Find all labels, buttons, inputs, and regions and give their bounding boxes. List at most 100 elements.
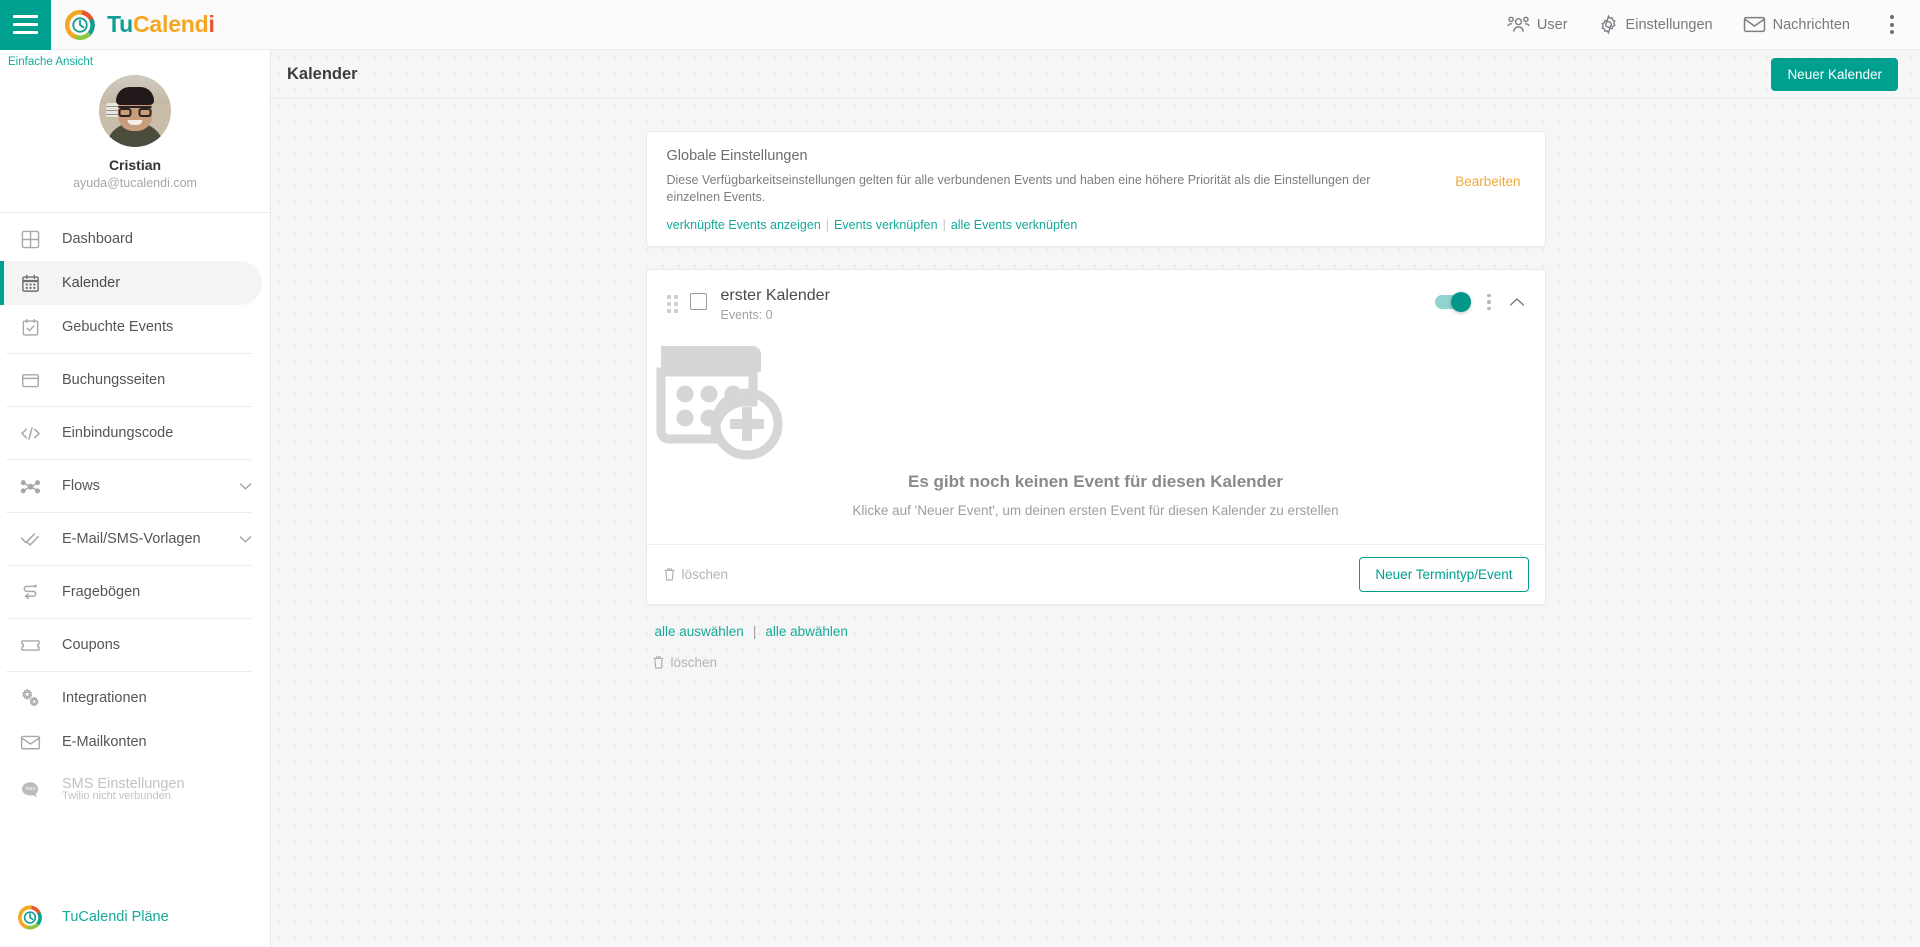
tucalendi-logo-icon xyxy=(18,905,42,930)
tucalendi-logo-icon xyxy=(65,9,95,40)
empty-state-title: Es gibt noch keinen Event für diesen Kal… xyxy=(907,471,1284,491)
link-link-events[interactable]: Events verknüpfen xyxy=(834,218,938,232)
sidebar-item-e-mailkonten-label: E-Mailkonten xyxy=(62,734,147,750)
booking-page-icon xyxy=(18,371,42,390)
page-title: Kalender xyxy=(287,64,358,83)
sidebar-item-integrationen[interactable]: Integrationen xyxy=(0,676,270,720)
topbar-item-user-label: User xyxy=(1536,16,1568,33)
main-content: Kalender Neuer Kalender Globale Einstell… xyxy=(271,50,1920,947)
global-settings-edit-link[interactable]: Bearbeiten xyxy=(1455,174,1520,189)
kebab-dot xyxy=(1890,30,1894,34)
link-show-linked-events[interactable]: verknüpfte Events anzeigen xyxy=(667,218,821,232)
trash-icon xyxy=(663,567,676,582)
sidebar-divider xyxy=(6,459,252,460)
simple-view-link[interactable]: Einfache Ansicht xyxy=(0,50,270,68)
sidebar-item-buchungsseiten-label: Buchungsseiten xyxy=(62,372,166,388)
kebab-dot xyxy=(1890,22,1894,27)
global-settings-title: Globale Einstellungen xyxy=(666,148,808,164)
sidebar-item-sms-einstellungen[interactable]: SMS SMS Einstellungen Twilio nicht verbu… xyxy=(0,764,270,814)
chevron-down-icon[interactable] xyxy=(239,535,252,544)
users-icon xyxy=(1507,15,1530,34)
hamburger-menu-button[interactable] xyxy=(0,0,51,50)
global-settings-description: Diese Verfügbarkeitseinstellungen gelten… xyxy=(666,173,1371,204)
bulk-delete-link[interactable]: löschen xyxy=(652,655,1546,670)
brand-part-2: Calend xyxy=(133,11,209,37)
sidebar-divider xyxy=(6,671,252,672)
calendar-check-icon xyxy=(18,318,42,337)
sidebar-divider xyxy=(6,353,252,354)
sidebar-item-coupons[interactable]: Coupons xyxy=(0,623,270,667)
link-separator: | xyxy=(825,217,830,232)
empty-state-subtitle: Klicke auf 'Neuer Event', um deinen erst… xyxy=(852,502,1339,518)
trash-icon xyxy=(652,655,665,670)
topbar-item-settings[interactable]: Einstellungen xyxy=(1598,14,1713,35)
envelope-icon xyxy=(1743,15,1766,34)
calendar-card-actions xyxy=(1435,287,1525,313)
calendar-add-placeholder-icon xyxy=(647,334,1545,462)
hamburger-icon-line xyxy=(13,31,38,34)
sidebar-item-fragebogen[interactable]: Fragebögen xyxy=(0,570,270,614)
sidebar-item-flows-label: Flows xyxy=(62,478,100,494)
topbar-item-user[interactable]: User xyxy=(1507,15,1568,34)
brand-logo[interactable]: TuCalendi xyxy=(65,9,215,40)
bulk-delete-label: löschen xyxy=(670,654,718,670)
drag-handle-icon[interactable] xyxy=(666,294,678,313)
calendar-delete-label: löschen xyxy=(681,566,729,582)
dashboard-grid-icon xyxy=(18,230,42,249)
calendar-kebab-menu-icon[interactable] xyxy=(1483,292,1495,313)
calendar-active-toggle[interactable] xyxy=(1435,292,1471,312)
calendar-empty-state: Es gibt noch keinen Event für diesen Kal… xyxy=(647,328,1545,544)
sidebar-divider xyxy=(6,406,252,407)
brand-part-1: Tu xyxy=(107,11,133,37)
gear-icon xyxy=(1598,14,1619,35)
kebab-menu-icon[interactable] xyxy=(1880,9,1904,40)
coupon-icon xyxy=(18,637,42,654)
sidebar-item-gebuchte-events[interactable]: Gebuchte Events xyxy=(0,305,270,349)
sidebar-item-einbindungscode[interactable]: Einbindungscode xyxy=(0,411,270,455)
chevron-down-icon[interactable] xyxy=(239,482,252,491)
sidebar-item-dashboard[interactable]: Dashboard xyxy=(0,217,270,261)
sidebar-item-kalender[interactable]: Kalender xyxy=(0,261,262,305)
topbar-item-messages[interactable]: Nachrichten xyxy=(1743,15,1850,34)
global-settings-links: verknüpfte Events anzeigen | Events verknü… xyxy=(667,218,1525,232)
calendar-name: erster Kalender xyxy=(720,286,830,304)
content-area: Globale Einstellungen Diese Verfügbarkei… xyxy=(271,99,1920,670)
brand-part-3: i xyxy=(208,11,215,37)
sidebar-item-email-sms-vorlagen[interactable]: E-Mail/SMS-Vorlagen xyxy=(0,517,270,561)
calendar-card-header: erster Kalender Events: 0 xyxy=(647,270,1545,328)
sidebar-item-gebuchte-events-label: Gebuchte Events xyxy=(62,319,174,335)
flows-icon xyxy=(18,477,42,496)
sidebar-item-einbindungscode-label: Einbindungscode xyxy=(62,425,174,441)
link-link-all-events[interactable]: alle Events verknüpfen xyxy=(951,218,1077,232)
global-settings-card: Globale Einstellungen Diese Verfügbarkei… xyxy=(645,131,1546,247)
select-all-link[interactable]: alle auswählen xyxy=(655,624,744,639)
profile-name: Cristian xyxy=(108,157,162,173)
calendar-icon xyxy=(18,274,42,293)
sidebar-item-flows[interactable]: Flows xyxy=(0,464,270,508)
sidebar-item-email-sms-vorlagen-label: E-Mail/SMS-Vorlagen xyxy=(62,531,201,547)
sidebar-item-buchungsseiten[interactable]: Buchungsseiten xyxy=(0,358,270,402)
double-check-icon xyxy=(18,530,42,549)
deselect-all-link[interactable]: alle abwählen xyxy=(765,624,848,639)
sidebar-nav: Dashboard Kalender Gebuchte Events Buchu… xyxy=(0,213,270,814)
sidebar-item-tucalendi-plane[interactable]: TuCalendi Pläne xyxy=(0,887,270,947)
hamburger-icon-line xyxy=(13,23,38,26)
calendar-card: erster Kalender Events: 0 Es gibt noch k… xyxy=(645,268,1546,605)
sidebar-item-fragebogen-label: Fragebögen xyxy=(62,584,141,600)
sidebar-divider xyxy=(6,565,252,566)
code-icon xyxy=(18,424,42,443)
calendar-select-checkbox[interactable] xyxy=(689,292,707,310)
kebab-dot xyxy=(1890,15,1894,19)
sidebar-item-kalender-label: Kalender xyxy=(62,275,121,291)
sms-bubble-icon: SMS xyxy=(18,780,42,799)
chevron-up-icon[interactable] xyxy=(1509,297,1525,307)
sidebar-item-integrationen-label: Integrationen xyxy=(62,690,147,706)
topbar-item-settings-label: Einstellungen xyxy=(1625,16,1713,33)
calendar-delete-link[interactable]: löschen xyxy=(663,566,729,582)
sidebar-item-coupons-label: Coupons xyxy=(62,637,121,653)
sidebar-item-e-mailkonten[interactable]: E-Mailkonten xyxy=(0,720,270,764)
new-event-button[interactable]: Neuer Termintyp/Event xyxy=(1359,556,1529,592)
new-calendar-button[interactable]: Neuer Kalender xyxy=(1771,57,1898,91)
bulk-selection-links: alle auswählen | alle abwählen xyxy=(655,624,1546,639)
page-header: Kalender Neuer Kalender xyxy=(271,50,1920,99)
